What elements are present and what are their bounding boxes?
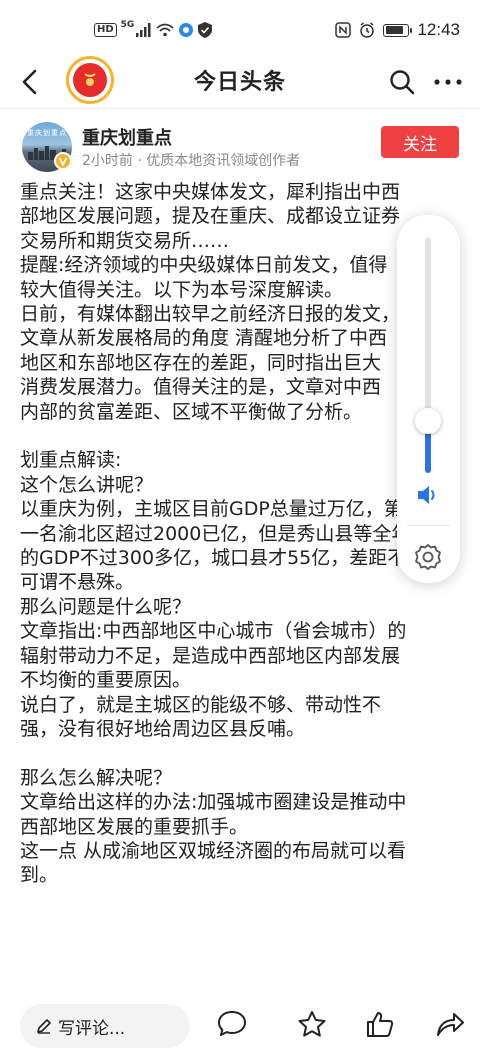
article-line: 到。 xyxy=(20,864,59,887)
comment-button[interactable] xyxy=(216,1008,248,1040)
verified-v-icon xyxy=(58,157,68,166)
article-line: 辐射带动力不足，是造成中西部地区内部发展 xyxy=(20,644,401,667)
article-line: 不均衡的重要原因。 xyxy=(20,669,192,692)
shield-check-icon xyxy=(198,22,213,38)
speaker-icon xyxy=(418,486,435,504)
article-line: 重点关注！这家中央媒体发文，犀利指出中西 xyxy=(20,181,401,203)
more-button[interactable] xyxy=(428,62,468,102)
article-line: 可谓不悬殊。 xyxy=(20,571,135,594)
share-button[interactable] xyxy=(434,1008,466,1040)
like-icon xyxy=(367,1012,394,1037)
speaker-button[interactable] xyxy=(414,481,442,509)
volume-slider[interactable] xyxy=(425,237,431,473)
status-bar: HD 5G 12:43 xyxy=(0,0,480,60)
article-line: 这一点 从成渝地区双城经济圈的布局就可以看 xyxy=(20,839,407,862)
search-button[interactable] xyxy=(382,62,422,102)
volume-panel xyxy=(397,215,460,583)
comment-icon xyxy=(218,1011,246,1036)
article-line: 部地区发展问题，提及在重庆、成都设立证券 xyxy=(20,205,401,228)
pencil-icon xyxy=(37,1019,51,1034)
battery-fill xyxy=(385,26,403,34)
author-meta: 2小时前 · 优质本地资讯领域创作者 xyxy=(82,153,301,169)
article-line: 强，没有很好地给周边区县反哺。 xyxy=(20,717,306,740)
like-button[interactable] xyxy=(364,1008,396,1040)
article-line: 文章指出:中西部地区中心城市（省会城市）的 xyxy=(20,620,407,643)
settings-gear-icon xyxy=(415,544,441,570)
bottom-action-bar: 写评论... xyxy=(0,996,480,1056)
app-notification-icon xyxy=(179,23,194,37)
search-icon xyxy=(390,70,415,95)
battery-icon xyxy=(383,23,413,37)
article-line: 西部地区发展的重要抓手。 xyxy=(20,815,249,838)
article-line: 那么问题是什么呢？ xyxy=(20,595,192,618)
status-time: 12:43 xyxy=(417,20,460,39)
status-right: 12:43 xyxy=(335,18,460,42)
article-line: 说白了，就是主城区的能级不够、带动性不 xyxy=(20,693,382,716)
article-line: 那么怎么解决呢？ xyxy=(20,766,173,789)
network-type: 5G xyxy=(120,20,135,30)
hd-badge: HD xyxy=(94,23,117,37)
article-line: 文章给出这样的办法:加强城市圈建设是推动中 xyxy=(20,791,407,814)
follow-button[interactable]: 关注 xyxy=(381,126,459,158)
wifi-icon xyxy=(156,23,174,37)
comment-placeholder: 写评论... xyxy=(58,1018,126,1039)
alarm-icon xyxy=(360,22,375,38)
status-left: HD 5G xyxy=(94,18,213,42)
favorite-button[interactable] xyxy=(296,1008,328,1040)
comment-input[interactable]: 写评论... xyxy=(20,1004,190,1048)
star-icon xyxy=(298,1011,326,1037)
nfc-icon xyxy=(335,22,352,38)
more-horizontal-icon xyxy=(434,79,462,85)
volume-settings-button[interactable] xyxy=(413,542,443,572)
top-navigation: 今日头条 xyxy=(0,56,480,104)
volume-thumb[interactable] xyxy=(415,408,441,435)
avatar-text: 重庆划重点 xyxy=(27,129,67,137)
verified-badge xyxy=(54,152,72,170)
share-icon xyxy=(437,1013,464,1036)
header-divider xyxy=(0,108,480,109)
author-name[interactable]: 重庆划重点 xyxy=(82,124,172,150)
signal-icon xyxy=(136,23,151,37)
volume-divider xyxy=(407,525,450,526)
